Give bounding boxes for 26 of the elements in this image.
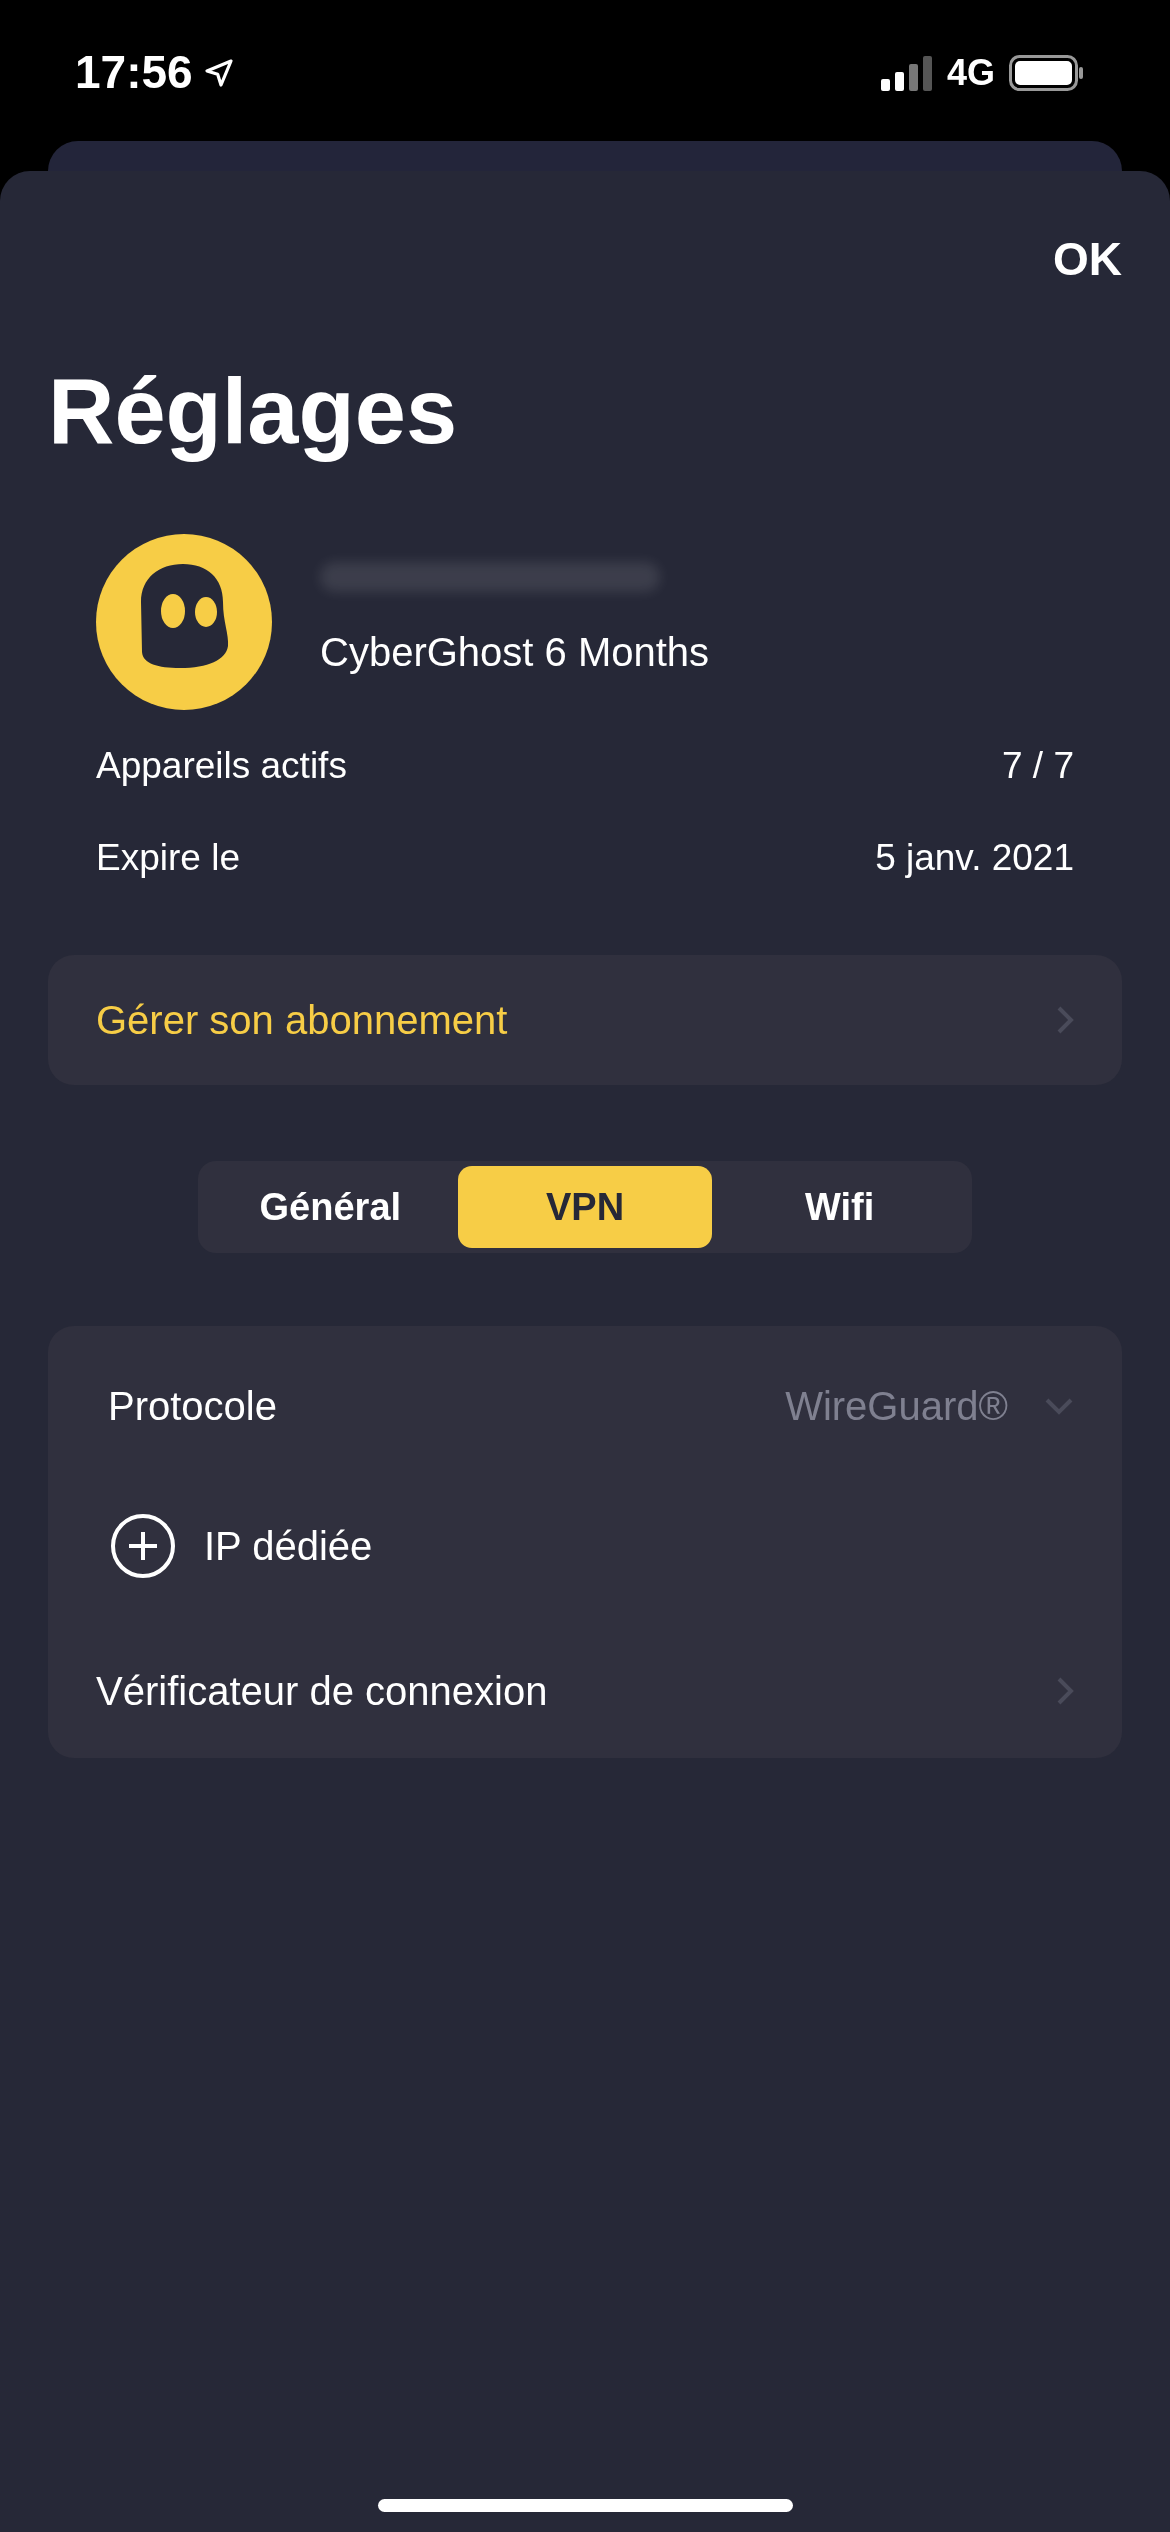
- detail-label: Appareils actifs: [96, 744, 347, 789]
- settings-tab[interactable]: VPN: [457, 1166, 713, 1249]
- page-title: Réglages: [48, 359, 458, 464]
- chevron-right-icon: [1056, 1676, 1074, 1707]
- chevron-right-icon: [1056, 1005, 1074, 1036]
- protocol-value: WireGuard®: [785, 1383, 1008, 1431]
- add-circle-icon: [110, 1513, 176, 1580]
- manage-subscription-row[interactable]: Gérer son abonnement: [48, 955, 1122, 1086]
- network-label: 4G: [946, 50, 995, 95]
- protocol-label: Protocole: [108, 1383, 277, 1431]
- settings-tab[interactable]: Wifi: [712, 1166, 967, 1249]
- dedicated-ip-button[interactable]: IP dédiée: [48, 1466, 1122, 1627]
- detail-value: 7 / 7: [1002, 744, 1074, 789]
- plan-name: CyberGhost 6 Months: [320, 629, 710, 677]
- chevron-down-icon: [1044, 1397, 1074, 1416]
- status-time: 17:56: [75, 45, 193, 100]
- settings-tab[interactable]: Général: [203, 1166, 458, 1249]
- battery-icon: [1009, 54, 1083, 91]
- location-arrow-icon: [202, 56, 235, 89]
- ghost-avatar-icon: [96, 534, 272, 711]
- detail-value: 5 janv. 2021: [875, 835, 1074, 880]
- protocol-row[interactable]: Protocole WireGuard®: [48, 1346, 1122, 1467]
- signal-icon: [880, 54, 933, 91]
- detail-label: Expire le: [96, 835, 240, 880]
- connection-checker-row[interactable]: Vérificateur de connexion: [48, 1626, 1122, 1757]
- ok-button[interactable]: OK: [1053, 225, 1122, 294]
